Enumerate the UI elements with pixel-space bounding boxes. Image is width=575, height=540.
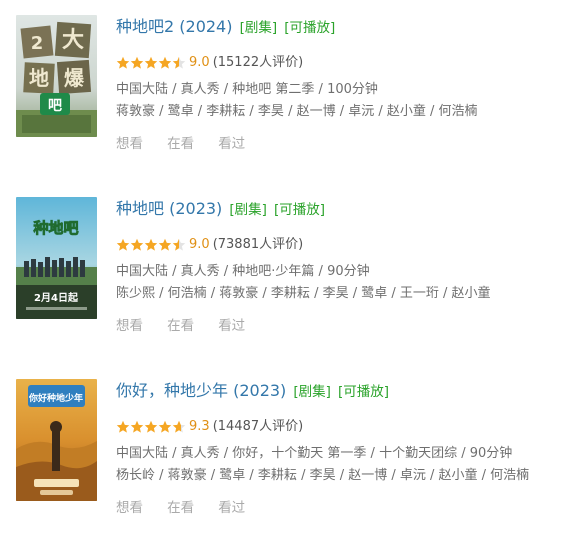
item-title-link[interactable]: 种地吧 (2023) xyxy=(116,199,222,218)
star-icon xyxy=(144,56,158,69)
title-line: 种地吧 (2023) [剧集] [可播放] xyxy=(116,197,575,221)
star-rating xyxy=(116,238,186,252)
poster-1-char: 爆 xyxy=(64,66,85,90)
list-item: 2 大 地 爆 吧 种地吧2 (2024) [剧集] [可播放] 9.0 (15… xyxy=(0,15,575,152)
rating-count: (73881人评价) xyxy=(212,237,304,252)
star-icon xyxy=(158,420,172,433)
action-bar: 想看 在看 看过 xyxy=(116,133,575,153)
poster-1-char: 地 xyxy=(29,66,49,90)
poster-1-art: 2 大 地 爆 吧 xyxy=(16,15,97,137)
star-icon xyxy=(116,56,130,69)
title-line: 种地吧2 (2024) [剧集] [可播放] xyxy=(116,15,575,39)
list-item: 你好种地少年 你好，种地少年 (2023) [剧集] [可播放] 9.3 (14… xyxy=(0,379,575,516)
series-tag-link[interactable]: [剧集] xyxy=(293,384,331,400)
star-icon xyxy=(130,56,144,69)
poster-3-art: 你好种地少年 xyxy=(16,379,97,501)
title-line: 你好，种地少年 (2023) [剧集] [可播放] xyxy=(116,379,575,403)
star-icon xyxy=(130,238,144,251)
star-rating xyxy=(116,56,186,70)
poster-1-char: 吧 xyxy=(48,98,62,114)
item-info: 种地吧 (2023) [剧集] [可播放] 9.0 (73881人评价) 中国大… xyxy=(116,197,575,335)
playable-tag-link[interactable]: [可播放] xyxy=(338,384,389,400)
rating-line: 9.3 (14487人评价) xyxy=(116,416,575,438)
rating-line: 9.0 (73881人评价) xyxy=(116,234,575,256)
action-bar: 想看 在看 看过 xyxy=(116,497,575,517)
star-icon xyxy=(130,420,144,433)
poster-3-logo: 你好种地少年 xyxy=(28,392,83,404)
drama-list: 2 大 地 爆 吧 种地吧2 (2024) [剧集] [可播放] 9.0 (15… xyxy=(0,0,575,540)
poster-image[interactable]: 种地吧 2月4日起 xyxy=(16,197,97,319)
star-rating xyxy=(116,420,186,434)
watched-button[interactable]: 看过 xyxy=(218,136,245,152)
poster-2-art: 种地吧 2月4日起 xyxy=(16,197,97,319)
item-title-link[interactable]: 种地吧2 (2024) xyxy=(116,17,232,36)
rating-count: (15122人评价) xyxy=(212,55,304,70)
rating-count: (14487人评价) xyxy=(212,419,304,434)
want-to-watch-button[interactable]: 想看 xyxy=(116,136,143,152)
meta-info: 中国大陆 / 真人秀 / 你好，十个勤天 第一季 / 十个勤天团综 / 90分钟 xyxy=(116,446,513,461)
rating-line: 9.0 (15122人评价) xyxy=(116,52,575,74)
star-icon xyxy=(172,238,186,251)
rating-score: 9.0 xyxy=(189,237,210,252)
want-to-watch-button[interactable]: 想看 xyxy=(116,318,143,334)
item-title-link[interactable]: 你好，种地少年 (2023) xyxy=(116,381,286,400)
item-info: 你好，种地少年 (2023) [剧集] [可播放] 9.3 (14487人评价)… xyxy=(116,379,575,517)
playable-tag-link[interactable]: [可播放] xyxy=(284,20,335,36)
watched-button[interactable]: 看过 xyxy=(218,500,245,516)
watched-button[interactable]: 看过 xyxy=(218,318,245,334)
poster-image[interactable]: 2 大 地 爆 吧 xyxy=(16,15,97,137)
rating-score: 9.3 xyxy=(189,419,210,434)
item-info: 种地吧2 (2024) [剧集] [可播放] 9.0 (15122人评价) 中国… xyxy=(116,15,575,153)
star-icon xyxy=(144,420,158,433)
list-item: 种地吧 2月4日起 种地吧 (2023) [剧集] [可播放] 9.0 (738… xyxy=(0,197,575,334)
action-bar: 想看 在看 看过 xyxy=(116,315,575,335)
watching-button[interactable]: 在看 xyxy=(167,318,194,334)
star-icon xyxy=(172,56,186,69)
want-to-watch-button[interactable]: 想看 xyxy=(116,500,143,516)
star-icon xyxy=(158,238,172,251)
star-icon xyxy=(158,56,172,69)
star-icon xyxy=(172,420,186,433)
star-icon xyxy=(116,420,130,433)
poster-2-date: 2月4日起 xyxy=(34,291,79,304)
meta-info: 中国大陆 / 真人秀 / 种地吧 第二季 / 100分钟 xyxy=(116,82,378,97)
meta-info: 中国大陆 / 真人秀 / 种地吧·少年篇 / 90分钟 xyxy=(116,264,370,279)
poster-2-logo: 种地吧 xyxy=(32,219,78,237)
series-tag-link[interactable]: [剧集] xyxy=(240,20,278,36)
cast-list: 杨长岭 / 蒋敦豪 / 鹭卓 / 李耕耘 / 李昊 / 赵一博 / 卓沅 / 赵… xyxy=(116,468,530,483)
poster-1-char: 2 xyxy=(31,33,44,54)
cast-list: 陈少熙 / 何浩楠 / 蒋敦豪 / 李耕耘 / 李昊 / 鹭卓 / 王一珩 / … xyxy=(116,286,491,301)
poster-image[interactable]: 你好种地少年 xyxy=(16,379,97,501)
watching-button[interactable]: 在看 xyxy=(167,500,194,516)
series-tag-link[interactable]: [剧集] xyxy=(229,202,267,218)
rating-score: 9.0 xyxy=(189,55,210,70)
star-icon xyxy=(116,238,130,251)
star-icon xyxy=(144,238,158,251)
playable-tag-link[interactable]: [可播放] xyxy=(274,202,325,218)
cast-list: 蒋敦豪 / 鹭卓 / 李耕耘 / 李昊 / 赵一博 / 卓沅 / 赵小童 / 何… xyxy=(116,104,478,119)
watching-button[interactable]: 在看 xyxy=(167,136,194,152)
poster-1-char: 大 xyxy=(62,28,84,53)
